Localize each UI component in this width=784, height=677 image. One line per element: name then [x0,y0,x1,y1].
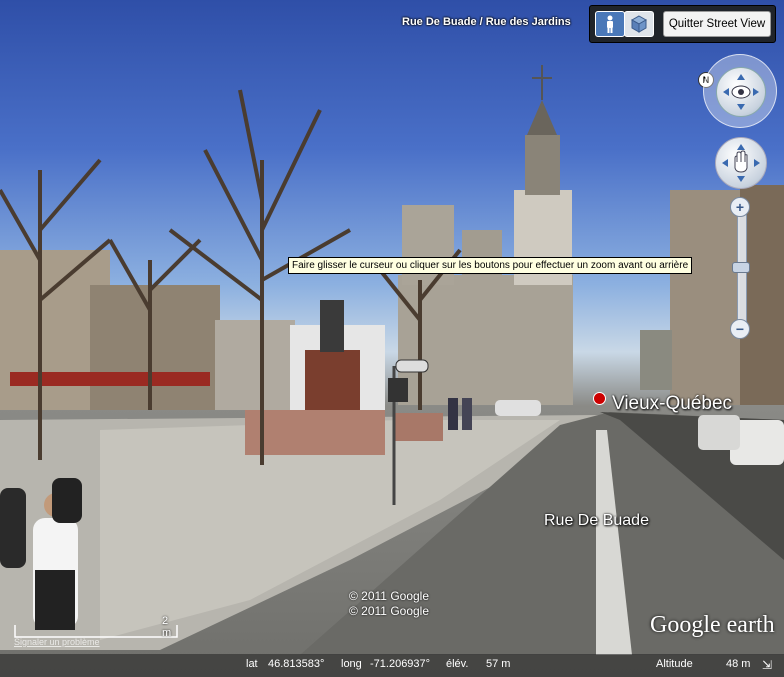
elev-label: élév. [446,658,469,670]
zoom-in-button[interactable]: + [730,197,750,217]
pegman-view-button[interactable] [595,11,625,37]
place-marker-icon[interactable] [593,392,606,405]
scale-ruler-icon [14,625,178,638]
copyright-notice: © 2011 Google © 2011 Google [349,589,429,619]
copyright-line-1: © 2011 Google [349,589,430,603]
street-view-toolbar: Quitter Street View [589,5,776,43]
hand-icon [722,144,760,182]
road-label: Rue De Buade [544,512,649,529]
place-label[interactable]: Vieux-Québec [612,393,732,415]
copyright-line-2: © 2011 Google [349,604,430,618]
person-icon [607,15,613,33]
scale-value: 2 m [162,615,172,639]
eye-icon [723,74,759,110]
lat-value: 46.813583° [268,658,325,670]
move-control[interactable] [715,137,767,189]
look-control[interactable] [703,54,777,128]
cube-icon [631,15,647,33]
look-joystick[interactable] [716,67,766,117]
altitude-label: Altitude [656,658,693,670]
zoom-slider-track[interactable] [737,212,747,336]
google-earth-logo: Google earth [650,612,775,638]
lat-label: lat [246,658,258,670]
long-label: long [341,658,362,670]
street-scene [0,65,784,655]
long-value: -71.206937° [370,658,431,670]
report-problem-link[interactable]: Signaler un problème [14,637,100,647]
quit-street-view-button[interactable]: Quitter Street View [663,11,771,37]
street-name-label: Rue De Buade / Rue des Jardins [402,16,571,28]
resize-grip-icon[interactable]: ⇲ [762,658,778,672]
zoom-slider-thumb[interactable] [732,262,750,273]
ground-level-view-button[interactable] [624,11,654,37]
zoom-tooltip: Faire glisser le curseur ou cliquer sur … [288,257,693,274]
elev-value: 57 m [486,658,511,670]
status-bar: lat 46.813583° long -71.206937° élév. 57… [0,654,784,677]
scale-bar: 2 m Signaler un problème [14,615,178,647]
altitude-value: 48 m [726,658,751,670]
street-view-viewport[interactable]: Rue De Buade / Rue des Jardins Quitter S… [0,0,784,677]
zoom-out-button[interactable]: − [730,319,750,339]
